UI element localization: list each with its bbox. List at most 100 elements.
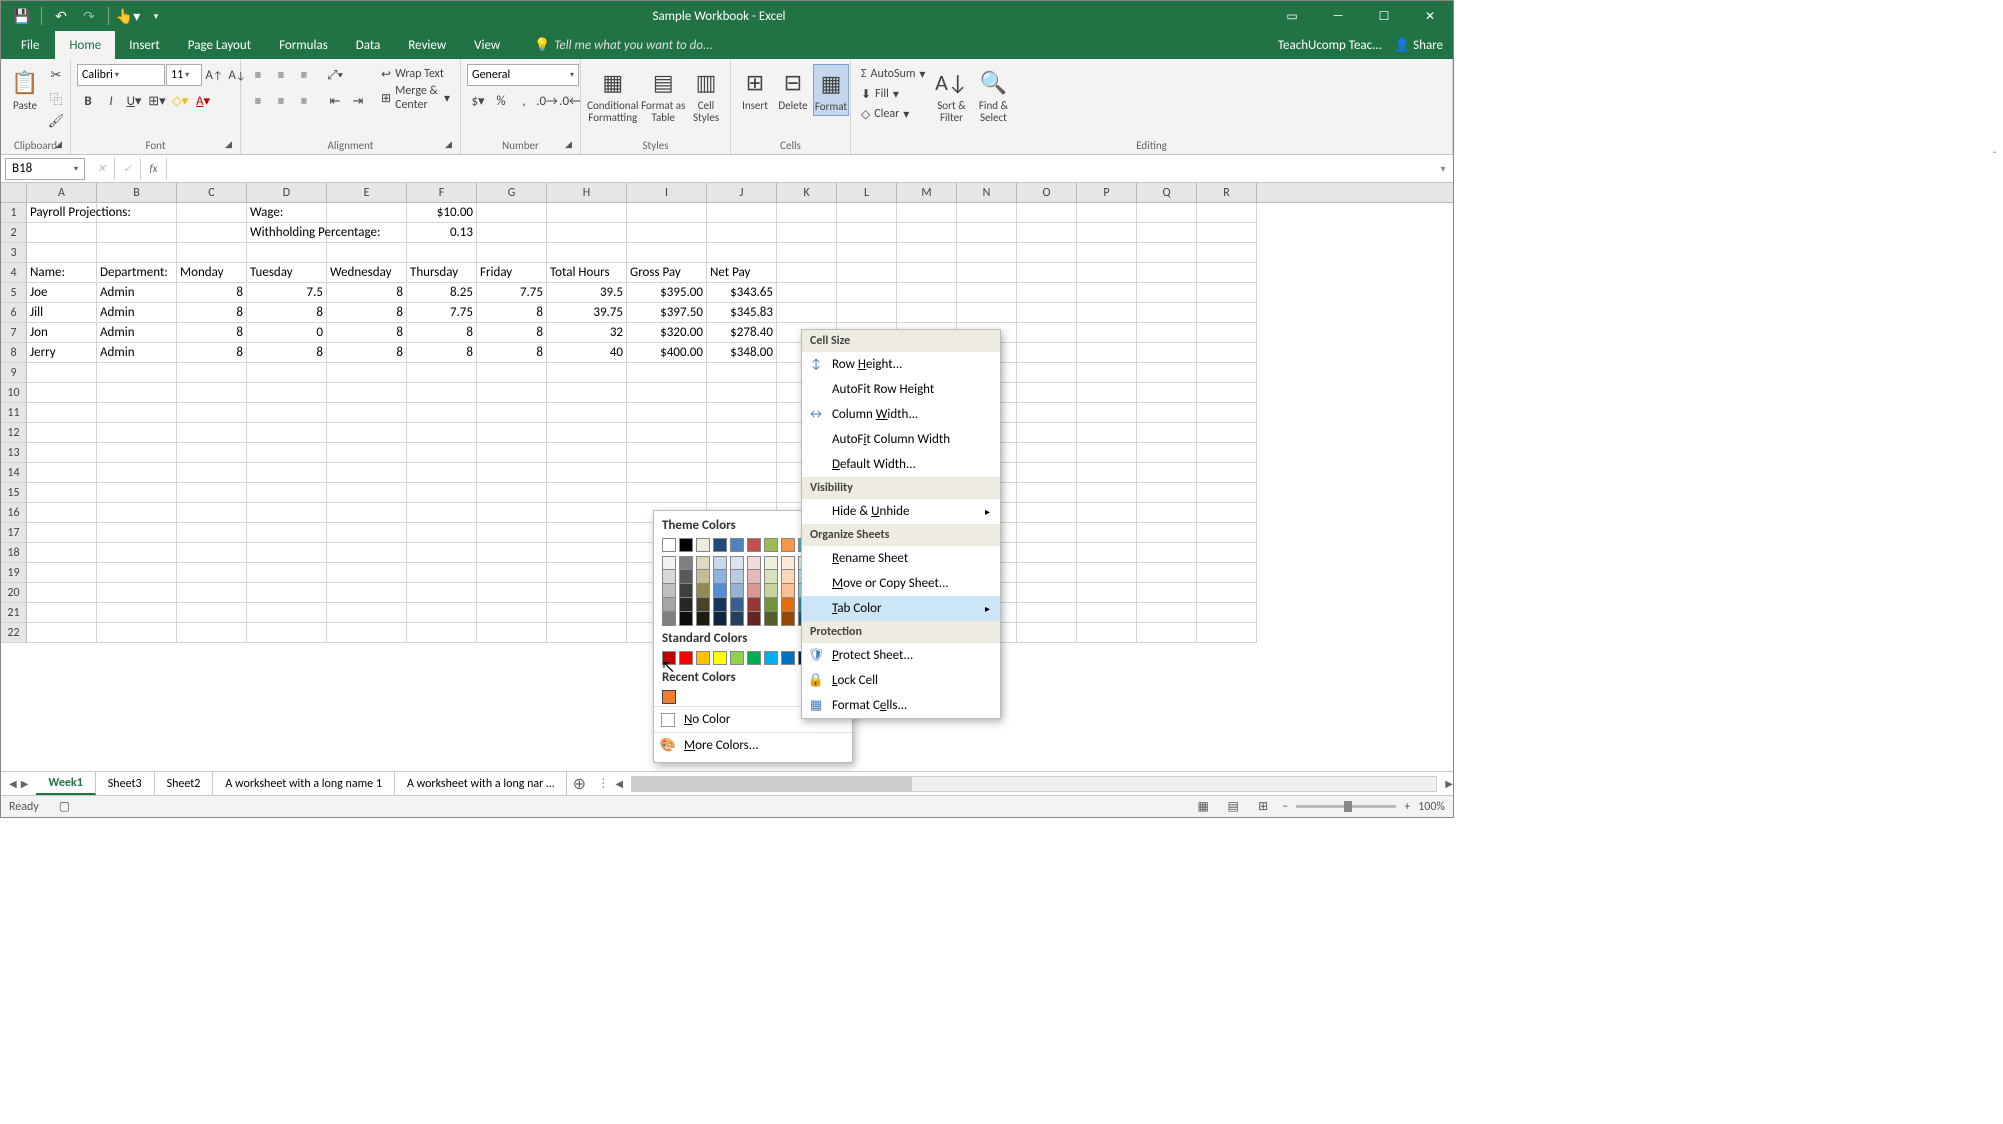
cell[interactable]: 39.75 — [547, 303, 627, 323]
cell[interactable] — [1197, 203, 1257, 223]
cell[interactable] — [627, 463, 707, 483]
column-header[interactable]: I — [627, 183, 707, 202]
collapse-ribbon-icon[interactable]: ˆ — [1992, 150, 1997, 164]
cell[interactable] — [957, 263, 1017, 283]
row-header[interactable]: 9 — [1, 363, 27, 383]
cell[interactable] — [177, 583, 247, 603]
menu-move-copy-sheet[interactable]: Move or Copy Sheet... — [802, 571, 1000, 596]
tell-me-search[interactable]: 💡 Tell me what you want to do... — [514, 31, 713, 59]
row-header[interactable]: 12 — [1, 423, 27, 443]
more-colors-button[interactable]: 🎨More Colors... — [654, 732, 852, 758]
cell[interactable] — [327, 203, 407, 223]
cell[interactable] — [1197, 323, 1257, 343]
row-header[interactable]: 4 — [1, 263, 27, 283]
cell[interactable] — [1017, 543, 1077, 563]
fx-icon[interactable]: fx — [141, 158, 167, 180]
cell[interactable]: Joe — [27, 283, 97, 303]
menu-lock-cell[interactable]: 🔒Lock Cell — [802, 668, 1000, 693]
sheet-tab[interactable]: A worksheet with a long name 1 — [213, 772, 395, 795]
cell[interactable]: 7.5 — [247, 283, 327, 303]
cell[interactable] — [247, 623, 327, 643]
cell[interactable] — [177, 603, 247, 623]
cell[interactable] — [547, 483, 627, 503]
cell[interactable] — [837, 203, 897, 223]
cell[interactable]: Jon — [27, 323, 97, 343]
cell[interactable] — [897, 303, 957, 323]
color-swatch[interactable] — [764, 538, 778, 552]
cell[interactable] — [27, 603, 97, 623]
row-header[interactable]: 2 — [1, 223, 27, 243]
cell[interactable] — [177, 623, 247, 643]
cell[interactable] — [1137, 203, 1197, 223]
cell[interactable] — [1077, 523, 1137, 543]
increase-indent-icon[interactable]: ⇥ — [347, 90, 369, 112]
cell[interactable] — [1197, 443, 1257, 463]
menu-protect-sheet[interactable]: 🛡Protect Sheet... — [802, 643, 1000, 668]
cell[interactable] — [1077, 303, 1137, 323]
cell[interactable] — [777, 243, 837, 263]
cell[interactable] — [27, 443, 97, 463]
cell[interactable] — [407, 563, 477, 583]
cell[interactable] — [27, 543, 97, 563]
cell[interactable]: 8 — [177, 303, 247, 323]
color-swatch[interactable] — [662, 612, 676, 626]
color-swatch[interactable] — [713, 598, 727, 612]
cell[interactable] — [547, 243, 627, 263]
cell[interactable] — [177, 363, 247, 383]
cell[interactable] — [177, 403, 247, 423]
color-swatch[interactable] — [747, 570, 761, 584]
cell[interactable] — [407, 443, 477, 463]
cell[interactable] — [1017, 283, 1077, 303]
cell[interactable] — [1017, 343, 1077, 363]
cell[interactable] — [477, 563, 547, 583]
cell[interactable] — [1077, 283, 1137, 303]
cell[interactable]: 39.5 — [547, 283, 627, 303]
cell[interactable] — [837, 263, 897, 283]
cell[interactable] — [627, 243, 707, 263]
zoom-in-icon[interactable]: + — [1404, 800, 1410, 814]
cell[interactable] — [777, 223, 837, 243]
orientation-icon[interactable]: ⤢▾ — [324, 64, 346, 86]
cell[interactable] — [1077, 603, 1137, 623]
column-header[interactable]: F — [407, 183, 477, 202]
color-swatch[interactable] — [764, 651, 778, 665]
cell[interactable]: Jill — [27, 303, 97, 323]
borders-icon[interactable]: ⊞▾ — [146, 90, 168, 112]
autosum-button[interactable]: Σ AutoSum ▾ — [857, 64, 929, 84]
cell[interactable] — [177, 443, 247, 463]
color-swatch[interactable] — [781, 584, 795, 598]
sheet-tab[interactable]: Sheet3 — [96, 772, 155, 795]
cell[interactable]: 40 — [547, 343, 627, 363]
cell[interactable]: Monday — [177, 263, 247, 283]
cell[interactable] — [327, 443, 407, 463]
column-header[interactable]: E — [327, 183, 407, 202]
cell[interactable] — [837, 303, 897, 323]
cell[interactable] — [97, 523, 177, 543]
cell[interactable]: Admin — [97, 303, 177, 323]
cell[interactable]: $395.00 — [627, 283, 707, 303]
tab-formulas[interactable]: Formulas — [265, 31, 342, 59]
cell[interactable] — [627, 363, 707, 383]
color-swatch[interactable] — [662, 556, 676, 570]
cell[interactable]: 8 — [477, 323, 547, 343]
row-header[interactable]: 17 — [1, 523, 27, 543]
row-header[interactable]: 11 — [1, 403, 27, 423]
align-left-icon[interactable]: ≡ — [247, 90, 269, 112]
cell[interactable] — [97, 223, 177, 243]
font-launcher[interactable]: ◢ — [225, 139, 237, 151]
tab-insert[interactable]: Insert — [115, 31, 174, 59]
align-right-icon[interactable]: ≡ — [293, 90, 315, 112]
cell[interactable] — [1077, 343, 1137, 363]
cell[interactable] — [27, 383, 97, 403]
color-swatch[interactable] — [696, 584, 710, 598]
cell[interactable] — [97, 363, 177, 383]
cell[interactable] — [707, 363, 777, 383]
cell[interactable] — [1017, 323, 1077, 343]
cell[interactable] — [1197, 363, 1257, 383]
cell[interactable]: 8 — [327, 343, 407, 363]
color-swatch[interactable] — [730, 570, 744, 584]
underline-button[interactable]: U▾ — [123, 90, 145, 112]
cell[interactable] — [477, 623, 547, 643]
cell[interactable] — [1077, 483, 1137, 503]
cell[interactable] — [1197, 303, 1257, 323]
